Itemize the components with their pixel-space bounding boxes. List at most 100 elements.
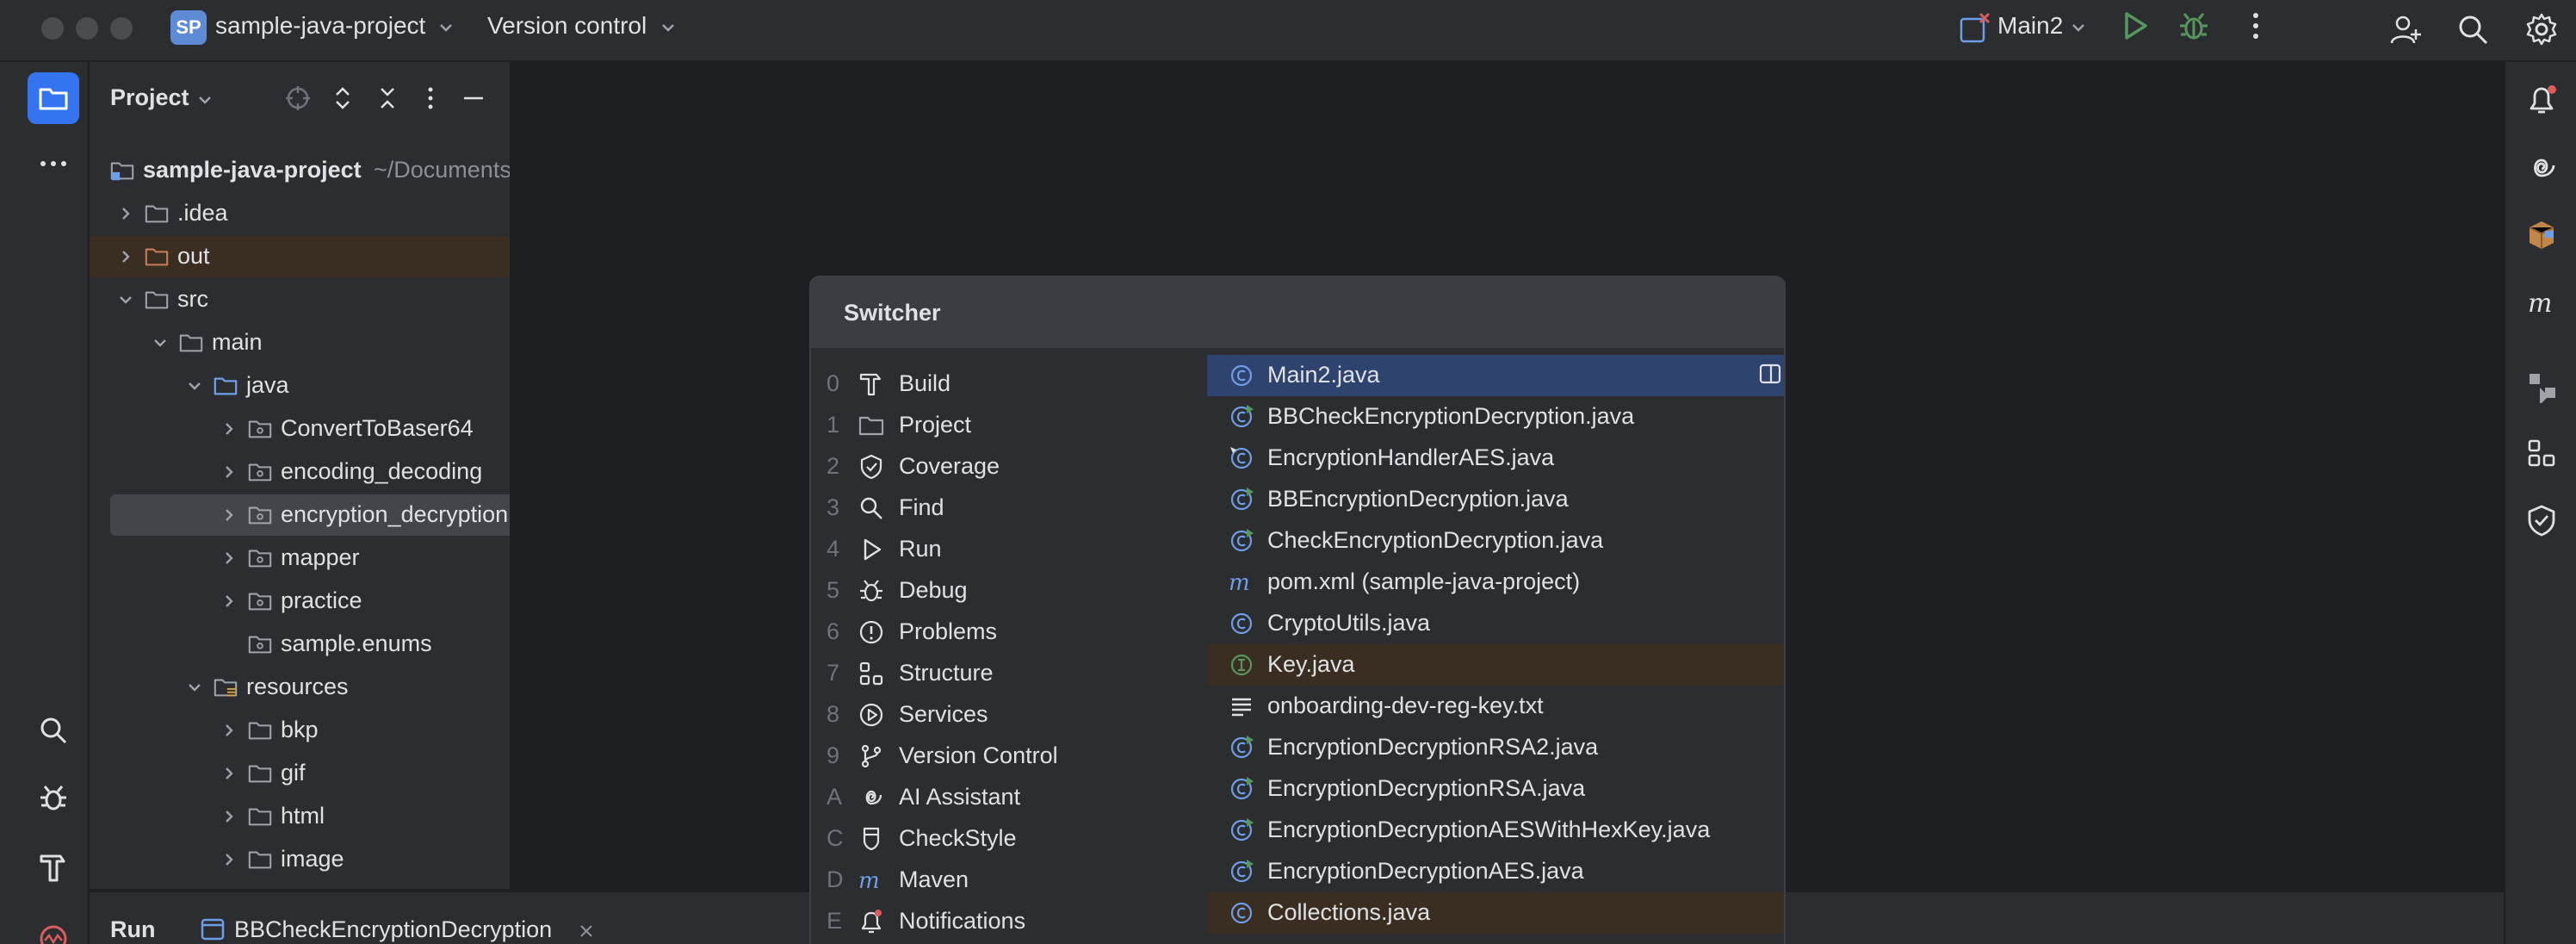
chevron-right-icon[interactable] <box>219 849 239 870</box>
profiler-tool-button[interactable] <box>28 910 79 944</box>
chevron-right-icon[interactable] <box>219 763 239 784</box>
tree-row[interactable]: encoding_decoding <box>90 451 510 493</box>
chevron-right-icon[interactable] <box>219 419 239 439</box>
project-options-button[interactable] <box>413 81 448 115</box>
project-name[interactable]: sample-java-project <box>215 12 425 40</box>
tree-row[interactable]: sample-java-project ~/Documents <box>90 150 510 191</box>
debug-button[interactable] <box>2177 9 2211 43</box>
chevron-down-icon[interactable] <box>2070 19 2087 36</box>
more-tool-windows-button[interactable] <box>28 138 79 189</box>
tree-row[interactable]: ConvertToBaser64 <box>90 408 510 450</box>
run-config-icon[interactable] <box>1958 12 1992 47</box>
more-actions-button[interactable] <box>2239 9 2273 43</box>
chevron-right-icon[interactable] <box>219 591 239 612</box>
run-button[interactable] <box>2118 9 2152 43</box>
recent-file-item[interactable]: Main2.java <box>1207 355 1784 396</box>
chevron-right-icon[interactable] <box>219 548 239 568</box>
recent-file-item[interactable]: EncryptionDecryptionAESWithHexKey.java <box>1207 810 1784 851</box>
tree-row[interactable]: .idea <box>90 193 510 234</box>
recent-file-item[interactable]: Key.java <box>1207 644 1784 686</box>
tool-window-item[interactable]: 6 Problems <box>811 612 1207 653</box>
tree-row[interactable]: sample.enums <box>90 624 510 665</box>
tree-row[interactable]: resources <box>90 667 510 708</box>
build-tool-button[interactable] <box>28 841 79 892</box>
collapse-all-button[interactable] <box>370 81 405 115</box>
chevron-right-icon[interactable] <box>115 246 136 267</box>
recent-file-item[interactable]: BBEncryptionDecryption.java <box>1207 479 1784 520</box>
chevron-down-icon[interactable] <box>659 19 677 36</box>
tree-row[interactable]: src <box>90 279 510 320</box>
run-configuration-selector[interactable]: Main2 <box>1997 12 2063 40</box>
chevron-down-icon[interactable] <box>437 19 455 36</box>
chevron-down-icon[interactable] <box>184 376 205 396</box>
recent-file-item[interactable]: CryptoUtils.java <box>1207 603 1784 644</box>
zoom-window-button[interactable] <box>110 17 133 40</box>
tree-row[interactable]: encryption_decryption <box>110 494 510 536</box>
split-editor-icon[interactable] <box>1758 362 1782 386</box>
chevron-down-icon[interactable] <box>115 289 136 310</box>
chevron-down-icon[interactable] <box>150 332 170 353</box>
run-tool-label[interactable]: Run <box>110 916 155 943</box>
tool-window-item[interactable]: E Notifications <box>811 901 1207 942</box>
notifications-tool-button[interactable] <box>2516 74 2567 126</box>
debug-tool-button[interactable] <box>28 772 79 823</box>
tree-row[interactable]: bkp <box>90 710 510 751</box>
tool-window-item[interactable]: 9 Version Control <box>811 736 1207 777</box>
tool-window-item[interactable]: 2 Coverage <box>811 446 1207 488</box>
chevron-right-icon[interactable] <box>219 462 239 482</box>
project-tool-button[interactable] <box>28 72 79 124</box>
chevron-down-icon[interactable] <box>184 677 205 698</box>
recent-file-item[interactable]: BBCheckEncryptionDecryption.java <box>1207 396 1784 438</box>
recent-file-item[interactable]: Collections.java <box>1207 892 1784 934</box>
chevron-right-icon[interactable] <box>219 806 239 827</box>
expand-all-button[interactable] <box>325 81 360 115</box>
tool-window-item[interactable]: C CheckStyle <box>811 818 1207 860</box>
tool-window-item[interactable]: 4 Run <box>811 529 1207 570</box>
tree-row[interactable]: image <box>90 839 510 880</box>
version-control-menu[interactable]: Version control <box>487 12 647 40</box>
tool-window-item[interactable]: 1 Project <box>811 405 1207 446</box>
tree-row[interactable]: html <box>90 796 510 837</box>
tree-row[interactable]: mapper <box>90 537 510 579</box>
recent-file-item[interactable]: EncryptionDecryptionRSA2.java <box>1207 727 1784 768</box>
chevron-right-icon[interactable] <box>219 505 239 525</box>
tree-row[interactable]: log <box>90 882 510 889</box>
chevron-right-icon[interactable] <box>219 720 239 741</box>
tool-window-item[interactable]: 5 Debug <box>811 570 1207 612</box>
find-tool-button[interactable] <box>28 705 79 756</box>
tool-window-item[interactable]: A AI Assistant <box>811 777 1207 818</box>
recent-file-item[interactable]: m pom.xml (sample-java-project) <box>1207 562 1784 603</box>
tool-window-item[interactable]: Dm Maven <box>811 860 1207 901</box>
project-view-title[interactable]: Project <box>110 84 189 111</box>
tree-row[interactable]: practice <box>90 581 510 622</box>
recent-file-item[interactable]: onboarding-dev-reg-key.txt <box>1207 686 1784 727</box>
tree-row[interactable]: java <box>90 365 510 407</box>
settings-button[interactable] <box>2523 10 2561 48</box>
search-everywhere-button[interactable] <box>2454 10 2492 48</box>
project-badge[interactable]: SP <box>170 10 207 45</box>
tool-window-item[interactable]: 7 Structure <box>811 653 1207 694</box>
tool-window-item[interactable]: 8 Services <box>811 694 1207 736</box>
maven-tool-button[interactable]: m <box>2516 277 2567 329</box>
chevron-right-icon[interactable] <box>115 203 136 224</box>
plugin-tool-button[interactable] <box>2516 208 2567 260</box>
run-tab-label[interactable]: BBCheckEncryptionDecryption <box>234 916 552 943</box>
add-user-button[interactable] <box>2387 10 2424 48</box>
tree-row[interactable]: out <box>90 236 510 277</box>
minimize-window-button[interactable] <box>76 17 98 40</box>
structure-tool-button[interactable] <box>2516 427 2567 479</box>
recent-file-item[interactable]: CheckEncryptionDecryption.java <box>1207 520 1784 562</box>
ai-assistant-tool-button[interactable] <box>2516 143 2567 195</box>
hide-panel-button[interactable] <box>456 81 491 115</box>
database-tool-button[interactable] <box>2516 360 2567 412</box>
tree-row[interactable]: gif <box>90 753 510 794</box>
close-window-button[interactable] <box>41 17 64 40</box>
recent-file-item[interactable]: EncryptionDecryptionAES.java <box>1207 851 1784 892</box>
tree-row[interactable]: main <box>90 322 510 363</box>
tool-window-item[interactable]: 3 Find <box>811 488 1207 529</box>
tool-window-item[interactable]: 0 Build <box>811 363 1207 405</box>
recent-file-item[interactable]: EncryptionDecryptionRSA.java <box>1207 768 1784 810</box>
coverage-tool-button[interactable] <box>2516 494 2567 546</box>
close-icon[interactable] <box>577 922 596 941</box>
chevron-down-icon[interactable] <box>196 91 214 109</box>
